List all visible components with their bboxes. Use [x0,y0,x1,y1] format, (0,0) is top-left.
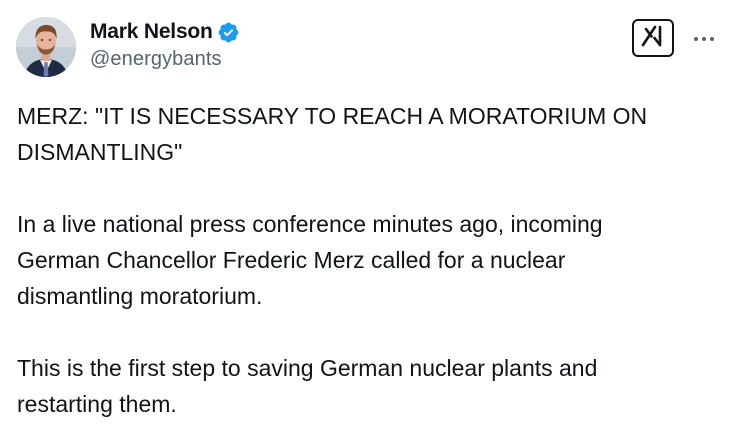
post-paragraph-summary: In a live national press conference minu… [17,211,603,309]
verified-badge-icon[interactable] [217,21,240,44]
grok-button[interactable] [632,19,674,57]
author-display-name[interactable]: Mark Nelson [90,20,213,44]
avatar[interactable] [16,17,76,77]
name-row: Mark Nelson [90,18,240,46]
avatar-image [16,17,76,77]
author-identity: Mark Nelson @energybants [90,18,240,71]
more-options-button[interactable] [688,26,720,50]
author-handle[interactable]: @energybants [90,48,240,71]
post-paragraph-headline: MERZ: "IT IS NECESSARY TO REACH A MORATO… [17,103,648,165]
post-paragraph-conclusion: This is the first step to saving German … [17,355,598,417]
post-card: Mark Nelson @energybants MERZ: "IT IS NE… [0,0,732,436]
grok-icon [640,24,666,53]
post-text: MERZ: "IT IS NECESSARY TO REACH A MORATO… [17,98,717,422]
more-icon [692,29,716,47]
